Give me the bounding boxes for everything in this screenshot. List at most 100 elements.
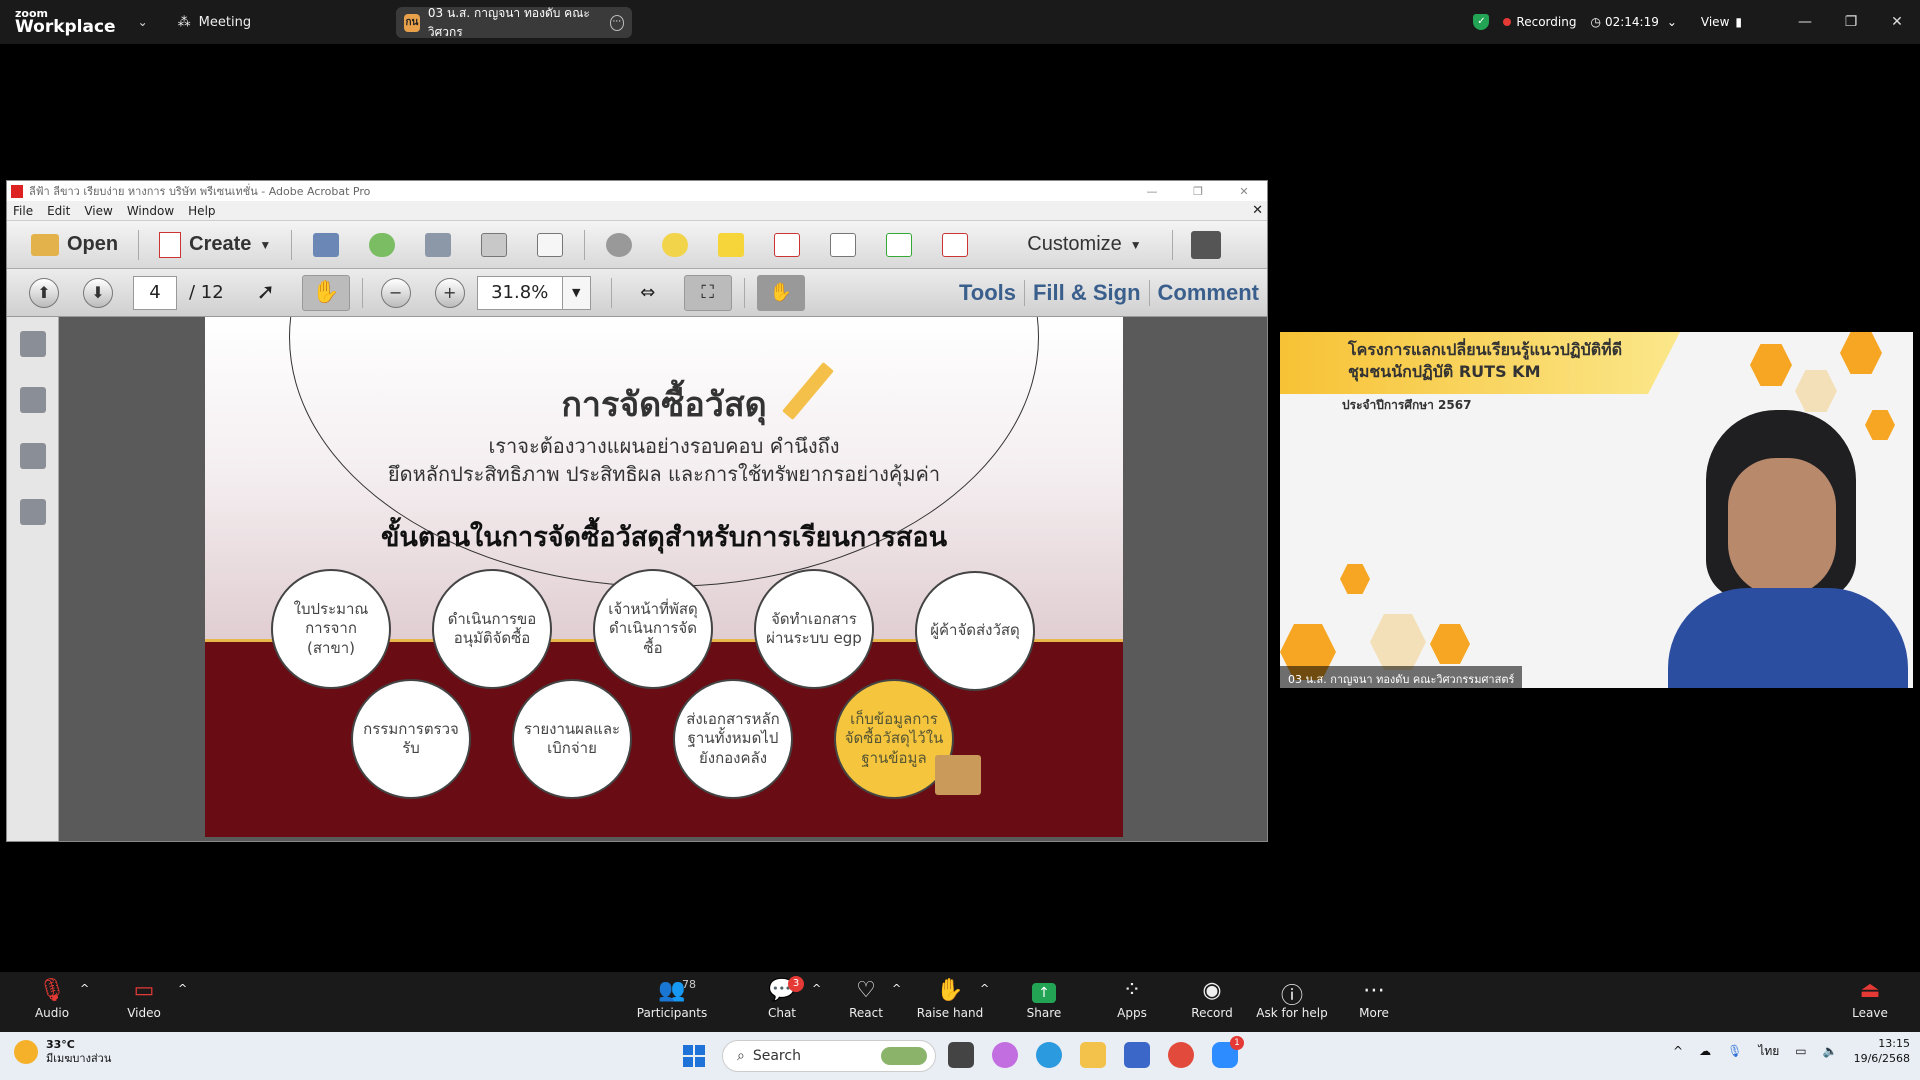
record-button[interactable]: ◉ Record <box>1172 978 1252 1020</box>
more-options-icon[interactable]: ··· <box>609 14 624 31</box>
raise-hand-button[interactable]: ✋ Raise hand <box>910 978 990 1020</box>
microphone-icon[interactable]: 🎙 <box>1727 1044 1742 1058</box>
task-view-icon[interactable] <box>948 1042 974 1068</box>
expand-icon[interactable] <box>1190 230 1221 259</box>
menu-window[interactable]: Window <box>127 204 174 218</box>
copilot-icon[interactable] <box>992 1042 1018 1068</box>
close-document-icon[interactable]: ✕ <box>1252 203 1263 218</box>
participants-count: 78 <box>682 978 696 991</box>
acrobat-restore-button[interactable]: ❐ <box>1175 185 1221 198</box>
menu-edit[interactable]: Edit <box>47 204 70 218</box>
ask-for-help-button[interactable]: ⓘ Ask for help <box>1252 978 1332 1020</box>
network-icon[interactable]: ▭ <box>1795 1044 1806 1058</box>
tab-comment[interactable]: Comment <box>1148 279 1267 306</box>
menu-help[interactable]: Help <box>188 204 215 218</box>
audio-options-chevron-icon[interactable]: ^ <box>80 982 89 995</box>
taskbar-clock[interactable]: 13:15 19/6/2568 <box>1854 1036 1910 1067</box>
chrome-icon[interactable] <box>1168 1042 1194 1068</box>
select-tool-icon[interactable]: ➚ <box>242 275 290 311</box>
zoom-dropdown-icon[interactable]: ▼ <box>562 275 591 310</box>
meeting-menu[interactable]: ⁂ Meeting <box>178 15 251 30</box>
sign-document-icon[interactable] <box>942 232 969 257</box>
file-explorer-icon[interactable] <box>1080 1042 1106 1068</box>
more-button[interactable]: ⋯ More <box>1334 978 1414 1020</box>
step-bubble: ส่งเอกสารหลักฐานทั้งหมดไปยังกองคลัง <box>673 679 793 799</box>
export-document-icon[interactable] <box>886 232 913 257</box>
video-button[interactable]: ▭ Video <box>104 978 184 1020</box>
restore-button[interactable]: ❐ <box>1828 14 1874 30</box>
weather-description: มีเมฆบางส่วน <box>46 1052 112 1066</box>
chevron-down-icon[interactable]: ⌄ <box>138 15 148 29</box>
email-icon[interactable] <box>537 232 564 257</box>
menu-view[interactable]: View <box>84 204 112 218</box>
fit-width-icon[interactable]: ⇔ <box>624 275 672 311</box>
create-button[interactable]: Create ▼ <box>145 231 285 258</box>
edit-document-icon[interactable] <box>481 232 508 257</box>
volume-icon[interactable]: 🔈 <box>1823 1044 1838 1058</box>
signatures-icon[interactable] <box>20 499 46 525</box>
chat-button[interactable]: 💬 3 Chat <box>742 976 822 1020</box>
tab-fill-sign[interactable]: Fill & Sign <box>1023 279 1149 306</box>
edge-icon[interactable] <box>1036 1042 1062 1068</box>
page-number-input[interactable]: 4 <box>133 275 177 310</box>
step-bubble: จัดทำเอกสารผ่านระบบ egp <box>754 569 874 689</box>
bookmarks-icon[interactable] <box>20 387 46 413</box>
zoom-out-icon[interactable]: − <box>380 277 411 308</box>
hand-tool-icon[interactable]: ✋ <box>301 274 350 311</box>
customize-button[interactable]: Customize ▼ <box>1013 233 1155 256</box>
apps-button[interactable]: ⁘ Apps <box>1092 978 1172 1020</box>
previous-page-icon[interactable]: ⬆ <box>29 277 59 308</box>
video-options-chevron-icon[interactable]: ^ <box>178 982 187 995</box>
acrobat-close-button[interactable]: ✕ <box>1221 185 1267 198</box>
document-area[interactable]: การจัดซื้อวัสดุ เราจะต้องวางแผนอย่างรอบค… <box>7 317 1267 841</box>
share-button[interactable]: ↑ Share <box>1004 978 1084 1020</box>
acrobat-minimize-button[interactable]: — <box>1129 185 1175 198</box>
store-icon[interactable] <box>1124 1042 1150 1068</box>
participant-video-tile[interactable]: โครงการแลกเปลี่ยนเรียนรู้แนวปฏิบัติที่ดี… <box>1280 332 1913 688</box>
timer-icon: ◷ <box>1590 15 1601 29</box>
delete-page-icon[interactable] <box>774 232 801 257</box>
comment-bubble-icon[interactable] <box>662 232 689 257</box>
leave-button[interactable]: ⏏ Leave <box>1830 978 1910 1020</box>
participants-button[interactable]: 👥 78 Participants <box>632 978 712 1020</box>
windows-start-icon[interactable] <box>683 1045 705 1067</box>
search-document-icon[interactable] <box>830 232 857 257</box>
save-icon[interactable] <box>313 232 340 257</box>
upload-cloud-icon[interactable] <box>369 232 396 257</box>
tab-tools[interactable]: Tools <box>951 280 1024 306</box>
language-indicator[interactable]: ไทย <box>1758 1042 1779 1061</box>
gear-icon[interactable] <box>606 232 633 257</box>
cloud-icon[interactable]: ☁ <box>1699 1044 1711 1058</box>
raise-hand-chevron-icon[interactable]: ^ <box>980 982 989 995</box>
slide-page: การจัดซื้อวัสดุ เราจะต้องวางแผนอย่างรอบค… <box>205 317 1123 837</box>
tray-overflow-icon[interactable]: ^ <box>1673 1044 1683 1058</box>
read-mode-icon[interactable]: ✋ <box>756 274 805 311</box>
view-button[interactable]: View <box>1701 15 1729 29</box>
page-thumbnails-icon[interactable] <box>20 331 46 357</box>
react-options-chevron-icon[interactable]: ^ <box>892 982 901 995</box>
view-icon[interactable]: ▮ <box>1735 15 1742 29</box>
print-icon[interactable] <box>425 232 452 257</box>
navigation-pane <box>7 317 59 841</box>
menu-file[interactable]: File <box>13 204 33 218</box>
recording-label[interactable]: Recording <box>1516 15 1576 29</box>
zoom-in-icon[interactable]: + <box>434 277 465 308</box>
minimize-button[interactable]: — <box>1782 14 1828 30</box>
security-shield-icon[interactable]: ✓ <box>1473 14 1490 30</box>
timer-chevron-icon[interactable]: ⌄ <box>1667 15 1677 29</box>
customize-dropdown-icon: ▼ <box>1129 237 1142 252</box>
highlight-pen-icon[interactable] <box>718 232 745 257</box>
next-page-icon[interactable]: ⬇ <box>83 277 113 308</box>
screen-share-indicator[interactable]: กน 03 น.ส. กาญจนา ทองดับ คณะวิศวกร ··· <box>396 6 632 39</box>
weather-widget[interactable]: 33°C มีเมฆบางส่วน <box>14 1038 111 1067</box>
open-button[interactable]: Open <box>17 233 132 256</box>
taskbar-search-input[interactable]: ⌕ Search <box>722 1040 936 1072</box>
step-bubble: เจ้าหน้าที่พัสดุดำเนินการจัดซื้อ <box>593 569 713 689</box>
chat-options-chevron-icon[interactable]: ^ <box>812 982 821 995</box>
raise-hand-icon: ✋ <box>936 978 964 1003</box>
attachments-icon[interactable] <box>20 443 46 469</box>
zoom-level-input[interactable]: 31.8% <box>476 275 563 310</box>
fit-page-icon[interactable]: ⛶ <box>683 274 732 311</box>
zoom-app-badge: 1 <box>1230 1036 1244 1050</box>
close-button[interactable]: ✕ <box>1874 14 1920 30</box>
